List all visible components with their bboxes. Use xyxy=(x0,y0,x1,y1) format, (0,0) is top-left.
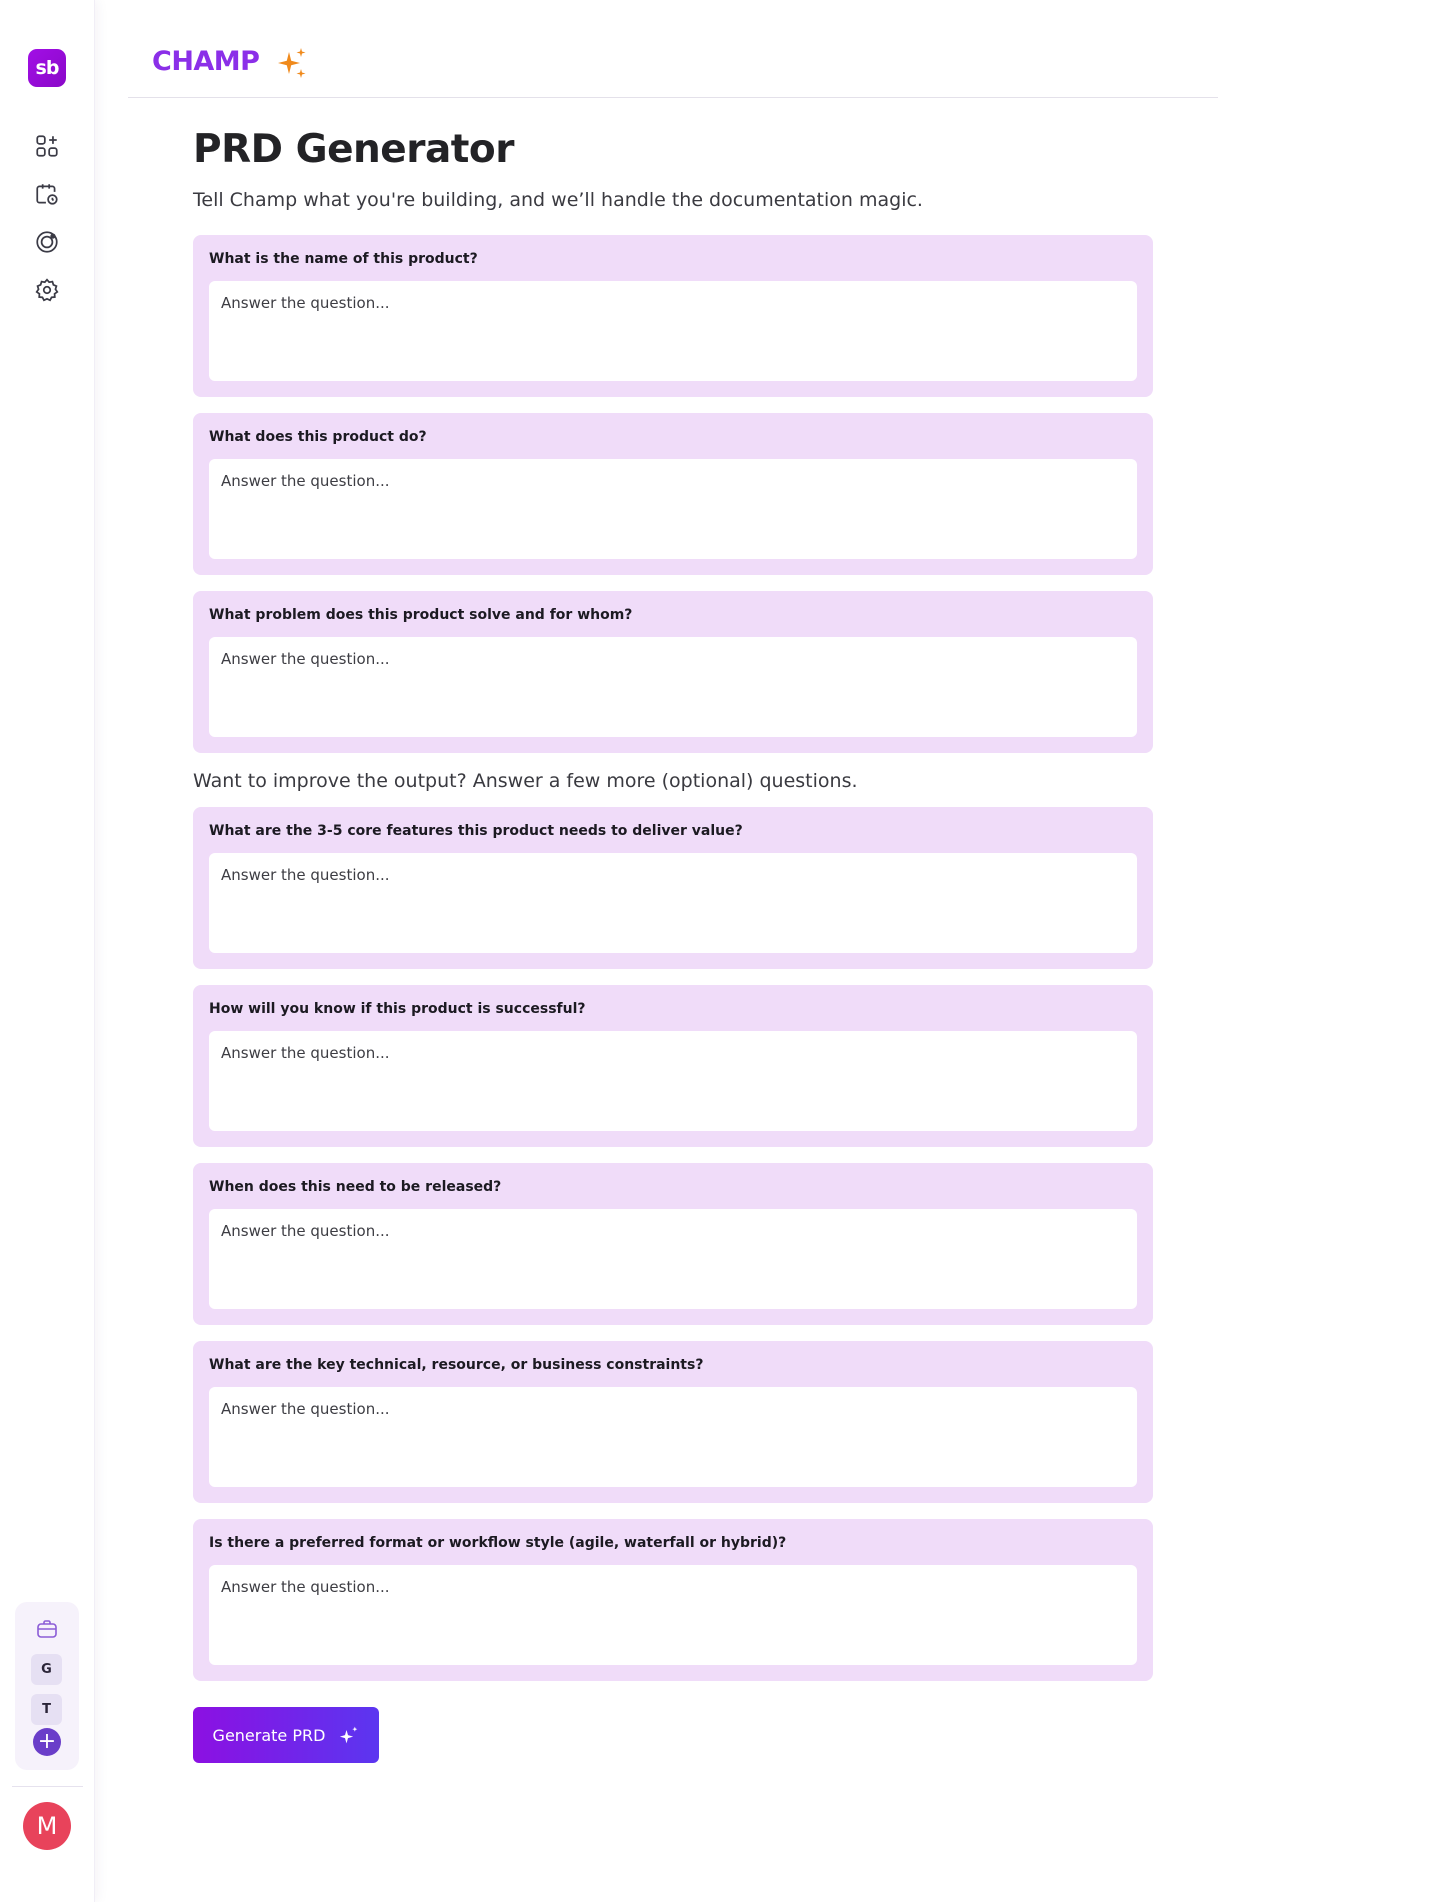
question-label: When does this need to be released? xyxy=(209,1179,502,1195)
constraints-input[interactable] xyxy=(209,1387,1137,1487)
page-subtitle: Tell Champ what you're building, and we’… xyxy=(193,189,923,211)
question-card: When does this need to be released? xyxy=(193,1163,1153,1325)
workspace-panel: G T + xyxy=(15,1602,79,1770)
question-label: What are the 3-5 core features this prod… xyxy=(209,823,743,839)
calendar-clock-icon[interactable] xyxy=(33,180,61,208)
settings-gear-icon[interactable] xyxy=(33,276,61,304)
question-label: What are the key technical, resource, or… xyxy=(209,1357,704,1373)
question-label: What does this product do? xyxy=(209,429,427,445)
app-logo[interactable]: sb xyxy=(28,49,66,87)
sparkle-icon xyxy=(278,48,308,80)
question-label: What is the name of this product? xyxy=(209,251,478,267)
workflow-style-input[interactable] xyxy=(209,1565,1137,1665)
sidebar-divider xyxy=(12,1786,83,1787)
optional-questions-note: Want to improve the output? Answer a few… xyxy=(193,770,858,792)
add-workspace-button[interactable]: + xyxy=(33,1728,61,1756)
product-name-input[interactable] xyxy=(209,281,1137,381)
radar-icon[interactable] xyxy=(33,228,61,256)
apps-add-icon[interactable] xyxy=(33,132,61,160)
question-card: What is the name of this product? xyxy=(193,235,1153,397)
briefcase-icon[interactable] xyxy=(35,1617,59,1641)
core-features-input[interactable] xyxy=(209,853,1137,953)
question-card: What problem does this product solve and… xyxy=(193,591,1153,753)
product-description-input[interactable] xyxy=(209,459,1137,559)
question-label: What problem does this product solve and… xyxy=(209,607,633,623)
question-label: How will you know if this product is suc… xyxy=(209,1001,586,1017)
sidebar: sb G T + M xyxy=(0,0,95,1902)
release-date-input[interactable] xyxy=(209,1209,1137,1309)
question-card: What are the key technical, resource, or… xyxy=(193,1341,1153,1503)
top-header: CHAMP xyxy=(128,0,1218,98)
user-avatar[interactable]: M xyxy=(23,1802,71,1850)
champ-brand[interactable]: CHAMP xyxy=(152,46,260,77)
problem-audience-input[interactable] xyxy=(209,637,1137,737)
question-card: What are the 3-5 core features this prod… xyxy=(193,807,1153,969)
question-label: Is there a preferred format or workflow … xyxy=(209,1535,787,1551)
question-card: Is there a preferred format or workflow … xyxy=(193,1519,1153,1681)
workspace-chip-t[interactable]: T xyxy=(31,1694,62,1725)
workspace-chip-g[interactable]: G xyxy=(31,1654,62,1685)
question-card: How will you know if this product is suc… xyxy=(193,985,1153,1147)
generate-prd-label: Generate PRD xyxy=(212,1725,326,1745)
sparkle-icon xyxy=(340,1726,358,1744)
generate-prd-button[interactable]: Generate PRD xyxy=(193,1707,379,1763)
success-metrics-input[interactable] xyxy=(209,1031,1137,1131)
page-title: PRD Generator xyxy=(193,127,514,172)
question-card: What does this product do? xyxy=(193,413,1153,575)
